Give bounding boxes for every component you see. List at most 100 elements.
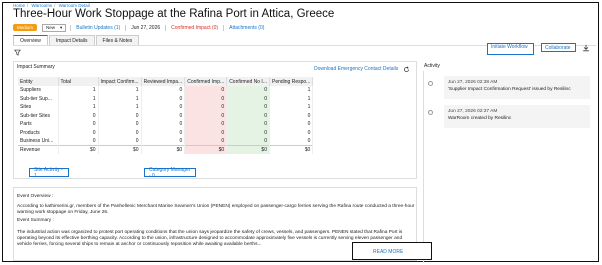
value-cell[interactable]: 1 (269, 86, 314, 95)
page-title: Three-Hour Work Stoppage at the Rafina P… (13, 8, 335, 20)
value-cell[interactable]: $0 (269, 145, 314, 154)
value-cell[interactable]: 0 (269, 128, 314, 137)
value-cell[interactable]: 0 (226, 86, 270, 95)
value-cell[interactable]: 0 (98, 137, 142, 146)
collaborate-button[interactable]: Collaborate (541, 43, 576, 52)
entity-cell: Suppliers (18, 86, 59, 95)
value-cell[interactable]: 0 (184, 120, 228, 129)
value-cell[interactable]: 0 (141, 128, 186, 137)
column-header[interactable]: Pending Respo... (269, 77, 314, 86)
value-cell[interactable]: $0 (58, 145, 99, 154)
attachments-link[interactable]: Attachments (0) (223, 24, 269, 31)
activity-text: 'Supplier Impact Confirmation Request' i… (448, 87, 571, 92)
event-overview-label: Event Overview : (17, 194, 54, 199)
value-cell[interactable]: 0 (226, 128, 270, 137)
value-cell[interactable]: 0 (226, 94, 270, 103)
activity-panel: Jun 27, 2026 02:38 AM 'Supplier Impact C… (423, 71, 593, 263)
event-date: Jun 27, 2026 (125, 24, 165, 31)
value-cell[interactable]: 0 (184, 103, 228, 112)
value-cell[interactable]: 0 (226, 111, 270, 120)
value-cell[interactable]: 1 (58, 103, 99, 112)
tab-bar: Overview Impact Details Files & Notes (13, 35, 140, 45)
value-cell[interactable]: 0 (141, 137, 186, 146)
column-header[interactable]: Impact Confirm... (98, 77, 142, 86)
entity-cell: Revenue (18, 145, 59, 154)
table-row: Revenue $0 $0 $0 $0 $0 $0 (18, 145, 314, 154)
value-cell[interactable]: 0 (269, 111, 314, 120)
value-cell[interactable]: 1 (58, 94, 99, 103)
status-select[interactable]: New ▾ (42, 23, 67, 32)
activity-time: Jun 27, 2026 02:38 AM (448, 80, 498, 85)
value-cell[interactable]: 0 (98, 128, 142, 137)
impact-summary-table: Entity Total Impact Confirm... Reviewed … (18, 77, 314, 154)
value-cell[interactable]: 0 (184, 86, 228, 95)
tab-files-notes[interactable]: Files & Notes (95, 35, 140, 45)
value-cell[interactable]: $0 (141, 145, 186, 154)
chevron-down-icon: ▾ (60, 24, 63, 30)
value-cell[interactable]: 0 (226, 120, 270, 129)
clock-icon (428, 81, 433, 86)
value-cell[interactable]: 1 (98, 103, 142, 112)
table-row: Sub-tier Sites 0 0 0 0 0 0 (18, 111, 314, 120)
value-cell[interactable]: 0 (58, 137, 99, 146)
category-manager-button[interactable]: Category Manager - 0 (144, 167, 196, 179)
table-row: Sites 1 1 0 0 0 1 (18, 103, 314, 112)
entity-cell: Products (18, 128, 59, 137)
value-cell[interactable]: 0 (269, 137, 314, 146)
meta-row: Medium New ▾ Bulletin Updates (1) Jun 27… (13, 23, 269, 32)
table-row: Business Uni... 0 0 0 0 0 0 (18, 137, 314, 146)
value-cell[interactable]: 0 (269, 120, 314, 129)
download-icon[interactable] (582, 44, 590, 52)
filter-icon[interactable] (14, 49, 21, 56)
value-cell[interactable]: $0 (98, 145, 142, 154)
value-cell[interactable]: 1 (98, 94, 142, 103)
value-cell[interactable]: 0 (98, 120, 142, 129)
value-cell[interactable]: 0 (141, 120, 186, 129)
impact-summary-title: Impact Summary (17, 64, 55, 70)
tab-impact-details[interactable]: Impact Details (48, 35, 95, 45)
value-cell[interactable]: 0 (184, 111, 228, 120)
entity-cell: Sub-tier Sup... (18, 94, 59, 103)
impact-summary-panel: Impact Summary Download Emergency Contac… (13, 61, 417, 179)
column-header[interactable]: Confirmed No I... (226, 77, 270, 86)
download-contacts-link[interactable]: Download Emergency Contact Details (314, 66, 398, 72)
activity-title: Activity (424, 63, 440, 69)
clock-icon (428, 110, 433, 115)
value-cell[interactable]: 0 (58, 120, 99, 129)
site-activity-button[interactable]: Site Activity - 1 (29, 167, 69, 179)
value-cell[interactable]: 1 (269, 103, 314, 112)
column-header[interactable]: Reviewed Impa... (141, 77, 186, 86)
value-cell[interactable]: $0 (226, 145, 270, 154)
value-cell[interactable]: 0 (226, 137, 270, 146)
value-cell[interactable]: 0 (141, 111, 186, 120)
table-row: Products 0 0 0 0 0 0 (18, 128, 314, 137)
value-cell[interactable]: 1 (58, 86, 99, 95)
column-header[interactable]: Total (58, 77, 99, 86)
table-header-row: Entity Total Impact Confirm... Reviewed … (18, 77, 314, 86)
value-cell[interactable]: 0 (141, 94, 186, 103)
value-cell[interactable]: 0 (226, 103, 270, 112)
tab-overview[interactable]: Overview (13, 35, 48, 45)
value-cell[interactable]: 1 (98, 86, 142, 95)
column-header[interactable]: Entity (18, 77, 59, 86)
entity-cell: Sites (18, 103, 59, 112)
read-more-link[interactable]: READ MORE (373, 249, 403, 255)
value-cell[interactable]: 0 (98, 111, 142, 120)
column-header[interactable]: Confirmed Imp... (184, 77, 228, 86)
value-cell[interactable]: 0 (184, 128, 228, 137)
entity-cell: Parts (18, 120, 59, 129)
value-cell[interactable]: 0 (141, 86, 186, 95)
initiate-workflow-button[interactable]: Initiate Workflow (487, 43, 534, 55)
value-cell[interactable]: 0 (58, 111, 99, 120)
priority-badge[interactable]: Medium (13, 24, 38, 31)
value-cell[interactable]: 0 (184, 94, 228, 103)
activity-item: Jun 27, 2026 02:37 AM WarRoom created by… (444, 105, 590, 128)
value-cell[interactable]: $0 (184, 145, 228, 154)
refresh-icon[interactable] (403, 66, 410, 73)
value-cell[interactable]: 0 (184, 137, 228, 146)
confirmed-impact-link[interactable]: Confirmed Impact (0) (165, 24, 223, 31)
value-cell[interactable]: 0 (58, 128, 99, 137)
value-cell[interactable]: 1 (269, 94, 314, 103)
bulletin-updates-link[interactable]: Bulletin Updates (1) (70, 24, 125, 31)
value-cell[interactable]: 0 (141, 103, 186, 112)
